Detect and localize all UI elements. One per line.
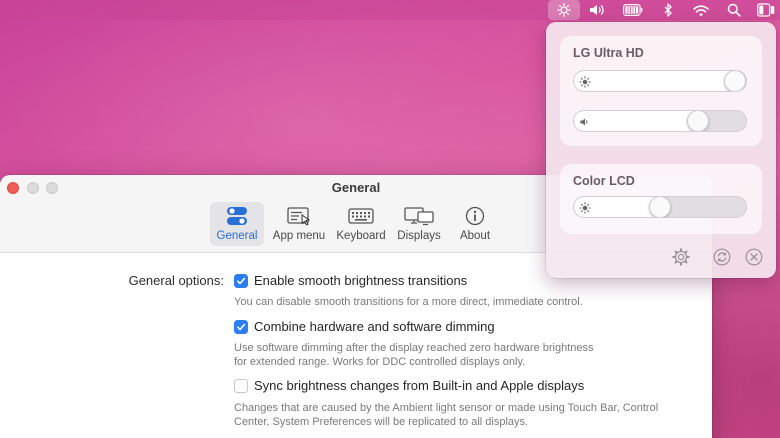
slider-fill	[574, 111, 698, 131]
tab-displays[interactable]: Displays	[394, 202, 444, 246]
app-menu-icon	[287, 206, 311, 226]
option-combine-dimming[interactable]: Combine hardware and software dimming	[234, 319, 495, 334]
tab-general[interactable]: General	[210, 202, 264, 246]
tab-keyboard[interactable]: Keyboard	[334, 202, 388, 246]
bluetooth-icon[interactable]	[658, 0, 678, 20]
toggles-icon	[226, 206, 248, 226]
description-line: Changes that are caused by the Ambient l…	[234, 402, 659, 414]
brightness-slider[interactable]	[573, 70, 747, 92]
description-line: Use software dimming after the display r…	[234, 342, 594, 354]
speaker-icon	[578, 115, 592, 129]
description-line: for extended range. Works for DDC contro…	[234, 356, 526, 368]
tab-label-general: General	[216, 230, 258, 242]
checkmark-icon	[237, 323, 246, 330]
slider-knob[interactable]	[724, 71, 746, 91]
display-name: LG Ultra HD	[573, 46, 644, 60]
combine-dimming-description: Use software dimming after the display r…	[234, 341, 594, 369]
general-options-panel: General options: Enable smooth brightnes…	[0, 253, 712, 438]
control-center-icon[interactable]	[754, 0, 778, 20]
speaker-icon[interactable]	[584, 0, 610, 20]
tab-app-menu[interactable]: App menu	[268, 202, 330, 246]
quit-icon[interactable]	[745, 248, 763, 266]
menu-bar	[0, 0, 780, 20]
smooth-transitions-label: Enable smooth brightness transitions	[254, 273, 468, 288]
sync-brightness-checkbox[interactable]	[234, 378, 248, 393]
sun-icon	[578, 201, 592, 215]
info-icon	[465, 206, 485, 226]
sun-icon	[578, 75, 592, 89]
battery-icon[interactable]	[620, 0, 646, 20]
reset-icon[interactable]	[713, 248, 731, 266]
slider-fill	[574, 71, 735, 91]
search-icon[interactable]	[724, 0, 744, 20]
tab-label-displays: Displays	[397, 230, 441, 242]
option-smooth-transitions[interactable]: Enable smooth brightness transitions	[234, 273, 467, 288]
section-label: General options:	[128, 273, 224, 288]
sync-brightness-label: Sync brightness changes from Built-in an…	[254, 378, 585, 393]
sync-brightness-description: Changes that are caused by the Ambient l…	[234, 401, 658, 429]
description-line: You can disable smooth transitions for a…	[234, 296, 583, 308]
tab-about[interactable]: About	[452, 202, 498, 246]
brightness-menu-sun-icon[interactable]	[548, 0, 580, 20]
display-name: Color LCD	[573, 174, 635, 188]
tab-label-about: About	[459, 230, 491, 242]
smooth-transitions-checkbox[interactable]	[234, 273, 248, 288]
description-line: Center, System Preferences will be repli…	[234, 416, 529, 428]
tab-label-keyboard: Keyboard	[336, 230, 386, 242]
checkmark-icon	[237, 277, 246, 284]
brightness-slider[interactable]	[573, 196, 747, 218]
gear-icon[interactable]	[672, 248, 690, 266]
combine-dimming-label: Combine hardware and software dimming	[254, 319, 495, 334]
display-card-color-lcd: Color LCD	[560, 164, 762, 234]
display-card-lg-ultra-hd: LG Ultra HD	[560, 36, 762, 146]
slider-knob[interactable]	[649, 197, 671, 217]
option-sync-brightness[interactable]: Sync brightness changes from Built-in an…	[234, 378, 584, 393]
wifi-icon[interactable]	[690, 0, 712, 20]
keyboard-icon	[348, 206, 374, 226]
volume-slider[interactable]	[573, 110, 747, 132]
brightness-popover: LG Ultra HD Color LCD	[546, 22, 776, 278]
slider-knob[interactable]	[687, 111, 709, 131]
tab-label-app-menu: App menu	[272, 230, 326, 242]
combine-dimming-checkbox[interactable]	[234, 319, 248, 334]
smooth-transitions-description: You can disable smooth transitions for a…	[234, 295, 583, 309]
displays-icon	[404, 206, 434, 226]
